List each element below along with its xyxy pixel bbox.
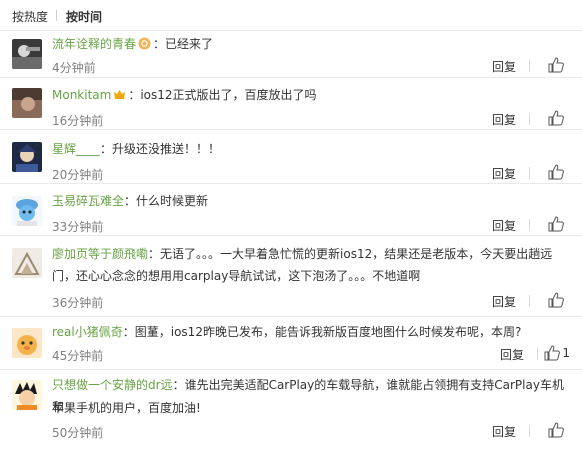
like-icon[interactable]: [548, 422, 564, 438]
action-divider: [529, 295, 530, 307]
like-icon[interactable]: [548, 110, 564, 126]
like-icon[interactable]: [544, 345, 560, 361]
username[interactable]: 星辉____: [52, 142, 100, 156]
reply-button[interactable]: 回复: [492, 423, 516, 440]
comment-text: ：已经来了: [153, 37, 214, 51]
username[interactable]: 廖加页等于颜飛嘞: [52, 247, 148, 261]
vip-badge-icon: [114, 90, 126, 99]
sort-bar: 按热度 按时间: [0, 0, 582, 30]
comment-text: ：无语了。。。一大早着急忙慌的更新ios12，结果还是老版本，今天要出趟远: [148, 247, 553, 261]
comment-time: 45分钟前: [52, 349, 104, 363]
comment-time: 36分钟前: [52, 296, 104, 310]
reply-button[interactable]: 回复: [492, 58, 516, 75]
member-badge-icon: [138, 37, 151, 50]
reply-button[interactable]: 回复: [500, 346, 524, 363]
comment-time: 20分钟前: [52, 168, 104, 182]
comment-item: 只想做一个安静的dr远：谁先出完美适配CarPlay的车载导航，谁就能占领拥有支…: [0, 370, 582, 450]
comment-item: real小猪佩奇：图蓳，ios12昨晚已发布，能告诉我新版百度地图什么时候发布呢…: [0, 317, 582, 369]
comment-text: ：升级还没推送！！！: [100, 142, 221, 156]
like-icon[interactable]: [548, 57, 564, 73]
username[interactable]: 玉易碎瓦难全: [52, 194, 124, 208]
action-divider: [529, 219, 530, 231]
action-divider: [529, 425, 530, 437]
avatar[interactable]: [12, 39, 42, 69]
username[interactable]: 流年诠释的青春: [52, 37, 136, 51]
comment-item: 廖加页等于颜飛嘞：无语了。。。一大早着急忙慌的更新ios12，结果还是老版本，今…: [0, 236, 582, 316]
comment-text-continued: 门，还心心念念的想用用carplay导航试试，这下泡汤了。。。不地道啊: [52, 269, 421, 283]
action-divider: [537, 348, 538, 360]
sort-divider: [56, 10, 57, 21]
comment-text: ：什么时候更新: [124, 194, 209, 208]
avatar[interactable]: [12, 248, 42, 278]
comment-time: 4分钟前: [52, 61, 96, 75]
action-divider: [529, 60, 530, 72]
reply-button[interactable]: 回复: [492, 165, 516, 182]
sort-by-hot[interactable]: 按热度: [12, 8, 48, 25]
username[interactable]: real小猪佩奇: [52, 325, 123, 339]
comment-time: 16分钟前: [52, 114, 104, 128]
like-icon[interactable]: [548, 164, 564, 180]
avatar[interactable]: [12, 88, 42, 118]
comment-text: ：图蓳，ios12昨晚已发布，能告诉我新版百度地图什么时候发布呢，本周?: [122, 325, 522, 339]
like-icon[interactable]: [548, 292, 564, 308]
reply-button[interactable]: 回复: [492, 217, 516, 234]
comment-item: 玉易碎瓦难全：什么时候更新 33分钟前 回复: [0, 184, 582, 234]
sort-by-time[interactable]: 按时间: [66, 8, 102, 25]
reply-button[interactable]: 回复: [492, 111, 516, 128]
reply-button[interactable]: 回复: [492, 293, 516, 310]
comment-item: Monkitam ：ios12正式版出了，百度放出了吗 16分钟前 回复: [0, 78, 582, 128]
avatar[interactable]: [12, 328, 42, 358]
action-divider: [529, 113, 530, 125]
like-icon[interactable]: [548, 216, 564, 232]
comment-item: 流年诠释的青春 ：已经来了 4分钟前 回复: [0, 31, 582, 77]
comment-text-continued: 苹果手机的用户，百度加油!: [52, 401, 201, 415]
avatar[interactable]: [12, 196, 42, 226]
comment-item: 星辉____：升级还没推送！！！ 20分钟前 回复: [0, 130, 582, 182]
like-count: 1: [562, 346, 570, 360]
username[interactable]: Monkitam: [52, 88, 111, 102]
action-divider: [529, 167, 530, 179]
username[interactable]: 只想做一个安静的dr远: [52, 378, 173, 392]
avatar[interactable]: [12, 142, 42, 172]
comment-text: ：ios12正式版出了，百度放出了吗: [128, 88, 317, 102]
avatar[interactable]: [12, 380, 42, 410]
comment-time: 33分钟前: [52, 220, 104, 234]
comment-time: 50分钟前: [52, 426, 104, 440]
